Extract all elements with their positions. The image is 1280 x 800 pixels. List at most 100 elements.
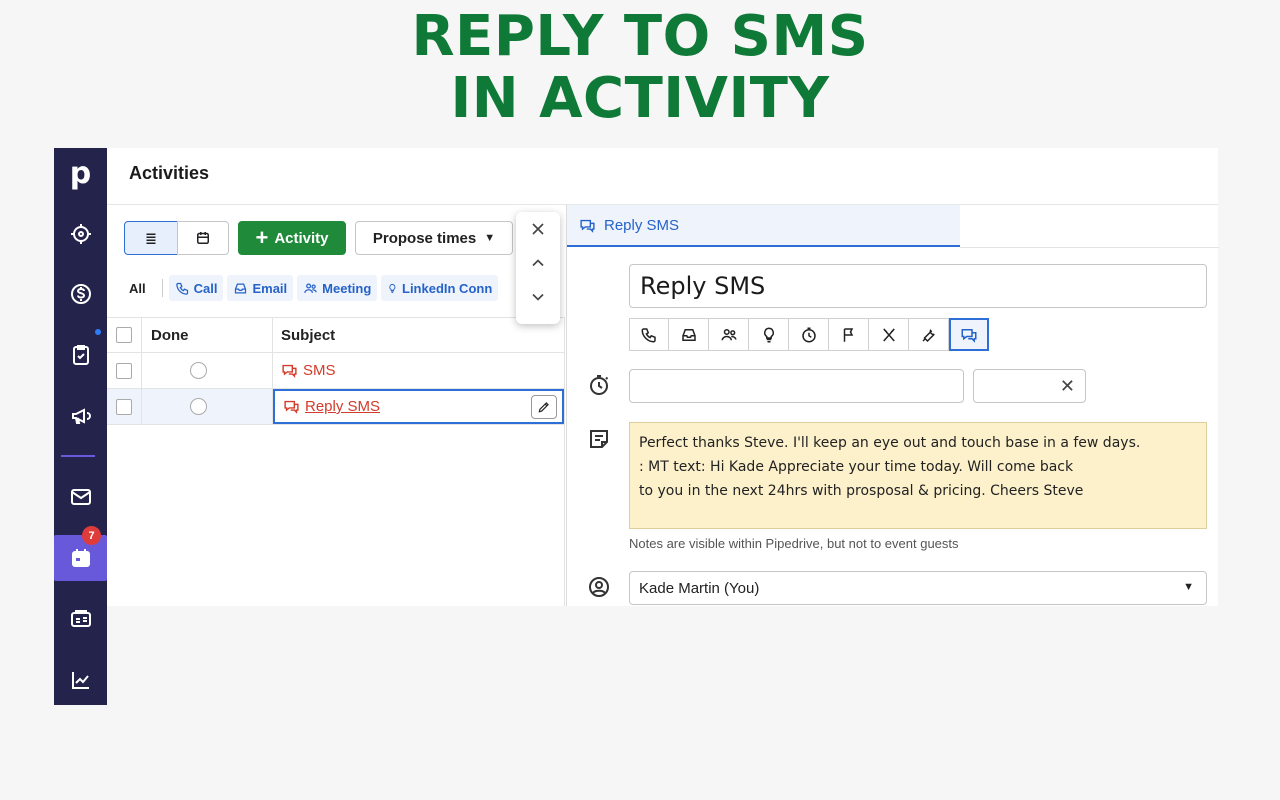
date-input[interactable]	[629, 369, 964, 403]
flag-icon	[843, 327, 853, 342]
clock-icon	[801, 327, 816, 342]
table-row[interactable]: Reply SMS	[107, 389, 564, 425]
checklist-icon[interactable]	[54, 332, 107, 378]
select-all-cell	[107, 318, 142, 352]
headline-line-2: IN ACTIVITY	[450, 66, 830, 131]
propose-times-button[interactable]: Propose times ▼	[355, 221, 513, 255]
sidebar: p	[54, 148, 107, 705]
headline: REPLY TO SMS IN ACTIVITY	[0, 6, 1280, 130]
calendar-small-icon	[197, 232, 209, 244]
filter-all[interactable]: All	[125, 281, 150, 296]
tab-label: Reply SMS	[604, 216, 680, 234]
note-field[interactable]: Perfect thanks Steve. I'll keep an eye o…	[629, 422, 1207, 529]
clear-icon[interactable]: ✕	[1060, 376, 1075, 397]
done-header[interactable]: Done	[142, 318, 273, 352]
plus-icon: +	[255, 225, 269, 250]
done-toggle[interactable]	[190, 398, 207, 415]
table-row[interactable]: SMS	[107, 353, 564, 389]
filter-linkedin-label: LinkedIn Conn	[402, 280, 493, 296]
filter-linkedin[interactable]: LinkedIn Conn	[381, 275, 499, 301]
note-icon	[587, 427, 611, 451]
type-email[interactable]	[669, 318, 709, 351]
list-view-button[interactable]	[124, 221, 178, 255]
tab-reply-sms[interactable]: Reply SMS	[567, 205, 960, 247]
filter-separator	[161, 279, 163, 297]
add-activity-button[interactable]: + Activity	[238, 221, 346, 255]
row-checkbox[interactable]	[116, 362, 132, 379]
inbox-icon	[681, 328, 696, 341]
table-right-border	[564, 317, 565, 606]
row-select-cell	[107, 389, 142, 424]
people-icon	[721, 328, 736, 340]
calendar-icon[interactable]	[54, 535, 107, 581]
chevron-down-icon: ▼	[484, 232, 496, 244]
subject-cell[interactable]: SMS	[273, 353, 564, 388]
next-button[interactable]	[516, 280, 560, 314]
subject-link[interactable]: Reply SMS	[305, 398, 380, 415]
note-line: to you in the next 24hrs with prosposal …	[639, 483, 1084, 499]
dollar-icon[interactable]	[54, 271, 107, 317]
megaphone-icon[interactable]	[54, 393, 107, 439]
close-button[interactable]	[516, 212, 560, 246]
time-input[interactable]: ✕	[973, 369, 1086, 403]
sms-icon	[580, 219, 595, 233]
sms-icon	[961, 328, 977, 343]
phone-icon	[175, 282, 188, 295]
done-cell	[142, 353, 273, 388]
wrench-icon	[921, 328, 935, 342]
lightbulb-icon	[763, 326, 774, 342]
row-select-cell	[107, 353, 142, 388]
phone-icon	[641, 327, 656, 343]
chevron-down-icon	[532, 293, 544, 301]
mail-icon[interactable]	[54, 474, 107, 520]
lightbulb-icon	[389, 283, 396, 293]
filter-email[interactable]: Email	[227, 275, 294, 301]
target-icon[interactable]	[54, 211, 107, 257]
type-task[interactable]	[749, 318, 789, 351]
type-sms[interactable]	[949, 318, 989, 351]
activity-detail-pane: Reply SMS Reply SMS ✕ Perfect thanks Ste…	[566, 205, 1219, 606]
filter-meeting-label: Meeting	[322, 280, 372, 296]
tab-divider	[960, 247, 1219, 248]
done-cell	[142, 389, 273, 424]
done-toggle[interactable]	[190, 362, 207, 379]
select-all-checkbox[interactable]	[116, 327, 132, 343]
close-icon	[532, 223, 544, 235]
subject-text: SMS	[303, 362, 336, 379]
type-meeting[interactable]	[709, 318, 749, 351]
list-icon	[146, 233, 156, 244]
contacts-icon[interactable]	[54, 596, 107, 642]
filter-call[interactable]: Call	[168, 275, 224, 301]
sms-icon	[284, 400, 299, 414]
type-flag[interactable]	[829, 318, 869, 351]
note-line: : MT text: Hi Kade Appreciate your time …	[639, 459, 1074, 475]
subject-input[interactable]: Reply SMS	[629, 264, 1207, 308]
owner-value: Kade Martin (You)	[639, 579, 760, 597]
filter-call-label: Call	[193, 280, 218, 296]
inbox-icon	[235, 283, 247, 293]
calendar-view-button[interactable]	[177, 221, 229, 255]
filter-meeting[interactable]: Meeting	[297, 275, 378, 301]
type-tool[interactable]	[909, 318, 949, 351]
type-lunch[interactable]	[869, 318, 909, 351]
add-activity-label: Activity	[274, 229, 329, 247]
calendar-badge: 7	[82, 526, 101, 545]
fork-knife-icon	[882, 327, 895, 341]
subject-cell-editing[interactable]: Reply SMS	[273, 389, 564, 424]
chevron-down-icon: ▼	[1183, 581, 1194, 593]
previous-button[interactable]	[516, 246, 560, 280]
propose-times-label: Propose times	[372, 229, 477, 247]
main-panel: Activities + Activity Propose times ▼ Al…	[107, 148, 1219, 606]
type-deadline[interactable]	[789, 318, 829, 351]
sms-icon	[282, 364, 297, 378]
pipedrive-logo[interactable]: p	[54, 150, 107, 196]
activity-type-filters: All Call Email Meeting LinkedIn Conn	[125, 274, 502, 302]
row-checkbox[interactable]	[116, 398, 132, 415]
pencil-icon	[538, 402, 549, 413]
table-header: Done Subject	[107, 317, 564, 353]
type-call[interactable]	[629, 318, 669, 351]
edit-button[interactable]	[531, 395, 557, 419]
chart-icon[interactable]	[54, 657, 107, 703]
owner-select[interactable]: Kade Martin (You) ▼	[629, 571, 1207, 605]
filter-email-label: Email	[252, 280, 288, 296]
